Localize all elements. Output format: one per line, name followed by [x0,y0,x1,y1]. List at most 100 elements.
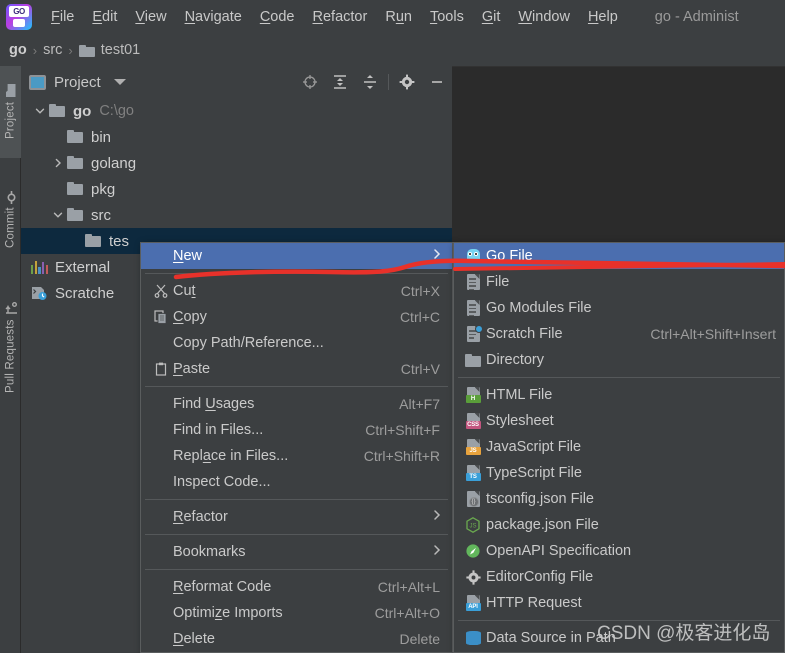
menu-item-label: Paste [173,361,211,377]
menu-bar-items: File Edit View Navigate Code Refactor Ru… [42,6,627,28]
menu-item-label: Optimize Imports [173,605,283,621]
typescript-file-icon: TS [460,465,486,481]
menu-refactor[interactable]: Refactor [304,6,377,28]
breadcrumb: go › src › test01 [0,34,785,66]
menu-window[interactable]: Window [509,6,579,28]
menu-git[interactable]: Git [473,6,510,28]
file-icon [460,300,486,316]
submenu-item-typescript-file[interactable]: TS TypeScript File [454,460,784,486]
submenu-item-go-modules-file[interactable]: Go Modules File [454,295,784,321]
context-menu-item-delete[interactable]: Delete Delete [141,626,452,652]
context-menu-item-inspect-code[interactable]: Inspect Code... [141,469,452,495]
folder-icon [67,156,84,170]
context-menu-item-reformat-code[interactable]: Reformat Code Ctrl+Alt+L [141,574,452,600]
sidebar-item-project[interactable]: Project [0,66,21,158]
menu-item-shortcut: Ctrl+C [399,309,440,325]
context-menu-item-find-in-files[interactable]: Find in Files... Ctrl+Shift+F [141,417,452,443]
tree-row-golang[interactable]: golang [21,150,452,176]
chevron-collapsed-icon[interactable] [49,158,67,168]
submenu-item-http-request[interactable]: API HTTP Request [454,590,784,616]
chevron-down-icon[interactable] [113,79,126,85]
menu-file[interactable]: File [42,6,83,28]
menu-navigate[interactable]: Navigate [176,6,251,28]
javascript-file-icon: JS [460,439,486,455]
project-panel-header: Project [21,66,452,98]
context-menu-item-bookmarks[interactable]: Bookmarks [141,539,452,565]
submenu-item-stylesheet[interactable]: CSS Stylesheet [454,408,784,434]
submenu-item-editorconfig-file[interactable]: EditorConfig File [454,564,784,590]
menu-item-label: Bookmarks [173,544,246,560]
submenu-item-label: Go Modules File [486,300,592,316]
tree-label: pkg [91,180,116,198]
context-menu-item-find-usages[interactable]: Find Usages Alt+F7 [141,391,452,417]
submenu-item-scratch-file[interactable]: Scratch File Ctrl+Alt+Shift+Insert [454,321,784,347]
tree-label: bin [91,128,112,146]
left-tool-strip: Project Commit Pull Requests [0,66,21,653]
menu-item-shortcut: Ctrl+Alt+O [374,605,440,621]
context-menu-item-cut[interactable]: Cut Ctrl+X [141,278,452,304]
html-file-icon: H [460,387,486,403]
hide-icon[interactable] [422,66,452,98]
submenu-item-directory[interactable]: Directory [454,347,784,373]
window-title: go - Administ [654,9,739,25]
clipboard-icon [149,362,173,376]
chevron-expanded-icon[interactable] [31,106,49,116]
project-panel-toolbar [295,66,452,98]
menu-edit[interactable]: Edit [83,6,126,28]
commit-icon [5,190,16,204]
context-menu-item-copy-path-reference[interactable]: Copy Path/Reference... [141,330,452,356]
tree-row-go[interactable]: go C:\go [21,98,452,124]
submenu-item-javascript-file[interactable]: JS JavaScript File [454,434,784,460]
database-icon [460,631,486,645]
tree-label: Scratche [55,284,115,302]
locate-icon[interactable] [295,66,325,98]
menu-item-label: Refactor [173,509,228,525]
menu-bar: GO File Edit View Navigate Code Refactor… [0,0,785,34]
menu-run[interactable]: Run [376,6,421,28]
submenu-item-shortcut: Ctrl+Alt+Shift+Insert [650,326,776,342]
submenu-item-label: OpenAPI Specification [486,543,632,559]
tree-row-bin[interactable]: bin [21,124,452,150]
chevron-right-icon [432,509,442,525]
context-menu-item-paste[interactable]: Paste Ctrl+V [141,356,452,382]
submenu-item-html-file[interactable]: H HTML File [454,382,784,408]
tree-label: go [73,102,92,120]
chevron-expanded-icon[interactable] [49,210,67,220]
css-file-icon: CSS [460,413,486,429]
context-menu-item-refactor[interactable]: Refactor [141,504,452,530]
project-icon [29,74,46,90]
breadcrumb-item-src[interactable]: src [43,42,62,58]
context-menu-item-copy[interactable]: Copy Ctrl+C [141,304,452,330]
sidebar-item-commit[interactable]: Commit [0,174,21,266]
submenu-item-label: Stylesheet [486,413,554,429]
menu-item-label: Copy [173,309,207,325]
context-menu-item-replace-in-files[interactable]: Replace in Files... Ctrl+Shift+R [141,443,452,469]
copy-icon [149,310,173,324]
submenu-item-openapi-specification[interactable]: OpenAPI Specification [454,538,784,564]
tree-row-src[interactable]: src [21,202,452,228]
menu-help[interactable]: Help [579,6,627,28]
expand-all-icon[interactable] [325,66,355,98]
menu-item-label: Replace in Files... [173,448,289,464]
sidebar-item-pull-requests[interactable]: Pull Requests [0,284,21,412]
submenu-item-package-json-file[interactable]: JS package.json File [454,512,784,538]
menu-separator [145,569,448,570]
menu-view[interactable]: View [126,6,175,28]
menu-item-label: Reformat Code [173,579,272,595]
menu-tools[interactable]: Tools [421,6,473,28]
submenu-item-label: tsconfig.json File [486,491,594,507]
submenu-item-tsconfig-json-file[interactable]: {} tsconfig.json File [454,486,784,512]
http-request-icon: API [460,595,486,611]
breadcrumb-item-go[interactable]: go [9,42,27,58]
context-menu-item-optimize-imports[interactable]: Optimize Imports Ctrl+Alt+O [141,600,452,626]
collapse-all-icon[interactable] [355,66,385,98]
breadcrumb-item-test01[interactable]: test01 [101,42,141,58]
menu-item-label: Inspect Code... [173,474,271,490]
settings-gear-icon[interactable] [392,66,422,98]
submenu-item-file[interactable]: File [454,269,784,295]
menu-code[interactable]: Code [251,6,304,28]
menu-separator [145,499,448,500]
context-menu-item-new[interactable]: New [141,243,452,269]
submenu-item-go-file[interactable]: Go File [454,243,784,269]
tree-row-pkg[interactable]: pkg [21,176,452,202]
